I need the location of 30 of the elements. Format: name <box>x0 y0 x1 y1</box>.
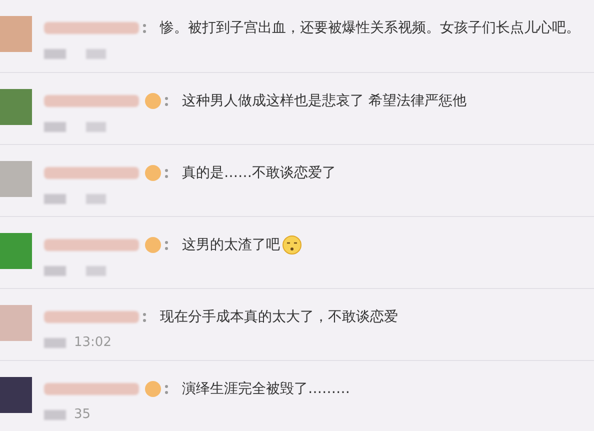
avatar-placeholder <box>0 161 32 197</box>
blurred-meta <box>44 194 66 204</box>
comment-text: 演绎生涯完全被毁了……… <box>182 380 350 398</box>
blurred-meta <box>44 338 66 348</box>
avatar-placeholder <box>0 305 32 341</box>
avatar-placeholder <box>0 16 32 52</box>
blurred-meta <box>44 49 66 59</box>
blurred-meta <box>44 122 66 132</box>
colon-icon <box>165 240 168 250</box>
blurred-meta <box>44 266 66 276</box>
comment-text: 现在分手成本真的太大了，不敢谈恋爱 <box>160 308 398 326</box>
blurred-meta <box>86 194 106 204</box>
comment-text: 这男的太渣了吧 <box>182 236 280 254</box>
colon-icon <box>143 312 146 322</box>
blurred-meta <box>86 49 106 59</box>
avatar-placeholder <box>0 89 32 125</box>
colon-icon <box>165 384 168 394</box>
blurred-meta <box>86 122 106 132</box>
avatar-placeholder <box>0 377 32 413</box>
comment-text: 真的是……不敢谈恋爱了 <box>182 164 336 182</box>
avatar-placeholder <box>0 233 32 269</box>
comment-text: 惨。被打到子宫出血，还要被爆性关系视频。女孩子们长点儿心吧。 <box>160 18 580 38</box>
comment-time: 13:02 <box>74 335 112 351</box>
blurred-meta <box>86 266 106 276</box>
comment-text: 这种男人做成这样也是悲哀了 希望法律严惩他 <box>182 92 466 110</box>
colon-icon <box>165 96 168 106</box>
blurred-meta <box>44 410 66 420</box>
colon-icon <box>165 168 168 178</box>
colon-icon <box>143 24 146 32</box>
comment-time: 35 <box>74 407 91 423</box>
